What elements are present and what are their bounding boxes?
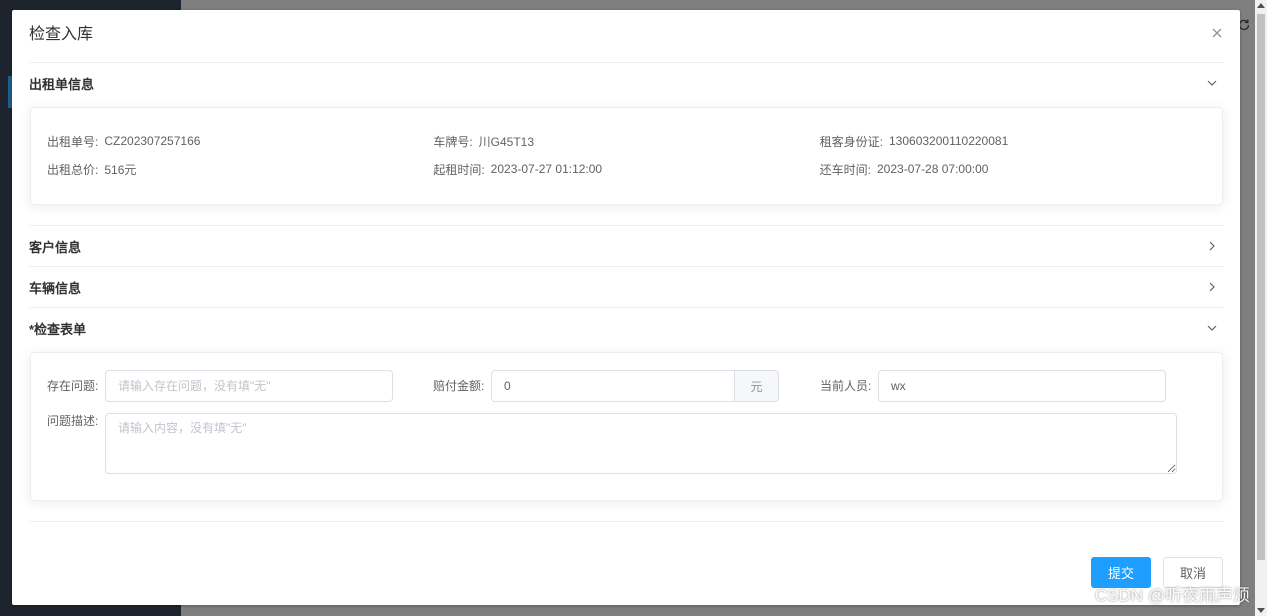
staff-input[interactable] — [878, 370, 1166, 402]
submit-button[interactable]: 提交 — [1091, 557, 1151, 588]
rental-field-order-no: 出租单号: CZ202307257166 — [47, 127, 433, 155]
form-item-description: 问题描述: — [47, 413, 1177, 474]
description-textarea[interactable] — [105, 413, 1177, 474]
rental-info-card: 出租单号: CZ202307257166 车牌号: 川G45T13 租客身份证:… — [30, 107, 1223, 205]
collapse-header-vehicle-info[interactable]: 车辆信息 — [29, 267, 1223, 307]
collapse-header-rental-info[interactable]: 出租单信息 — [29, 63, 1223, 103]
collapse-item-rental-info: 出租单信息 出租单号: CZ202307257166 车牌号: 川G45T13 — [29, 62, 1223, 225]
problem-input[interactable] — [105, 370, 393, 402]
staff-label: 当前人员: — [820, 379, 872, 393]
currency-unit: 元 — [735, 370, 779, 402]
rental-field-tenant-id: 租客身份证: 130603200110220081 — [820, 127, 1206, 155]
field-label: 还车时间: — [819, 162, 871, 177]
rental-field-start-time: 起租时间: 2023-07-27 01:12:00 — [433, 155, 819, 183]
rental-field-return-time: 还车时间: 2023-07-28 07:00:00 — [820, 155, 1206, 183]
chevron-right-icon — [1209, 241, 1215, 251]
scroll-down-arrow-icon[interactable] — [1257, 608, 1265, 613]
collapse-item-inspection-form: *检查表单 存在问题: 赔付金额: 元 — [29, 307, 1223, 521]
compensation-input[interactable] — [491, 370, 735, 402]
field-value: 130603200110220081 — [889, 134, 1009, 148]
description-label: 问题描述: — [47, 414, 99, 428]
field-value: 2023-07-28 07:00:00 — [877, 162, 989, 176]
cancel-button[interactable]: 取消 — [1163, 557, 1223, 588]
collapse-header-inspection-form[interactable]: *检查表单 — [29, 308, 1223, 348]
close-button[interactable] — [1210, 26, 1224, 40]
rental-field-total-price: 出租总价: 516元 — [47, 155, 433, 183]
field-value: 川G45T13 — [478, 134, 535, 149]
inspection-form-card: 存在问题: 赔付金额: 元 当前人员: — [30, 352, 1223, 501]
collapse-content-rental-info: 出租单号: CZ202307257166 车牌号: 川G45T13 租客身份证:… — [29, 103, 1223, 225]
compensation-input-group: 元 — [491, 370, 779, 402]
field-label: 出租总价: — [47, 162, 99, 177]
rental-field-plate-no: 车牌号: 川G45T13 — [433, 127, 819, 155]
compensation-label: 赔付金额: — [433, 379, 485, 393]
form-item-problem: 存在问题: — [47, 370, 393, 402]
field-value: 516元 — [104, 162, 137, 177]
collapse-item-vehicle-info: 车辆信息 — [29, 266, 1223, 307]
field-value: 2023-07-27 01:12:00 — [490, 162, 603, 176]
scrollbar-thumb[interactable] — [1257, 14, 1265, 560]
watermark: CSDN @听夜雨声烦 — [1094, 586, 1250, 605]
chevron-right-icon — [1209, 282, 1215, 292]
field-label: 租客身份证: — [819, 134, 883, 149]
field-label: 起租时间: — [433, 162, 485, 177]
section-title: 车辆信息 — [29, 280, 82, 296]
form-item-staff: 当前人员: — [820, 370, 1166, 402]
problem-label: 存在问题: — [47, 379, 99, 393]
close-icon — [1212, 28, 1222, 38]
collapse-header-customer-info[interactable]: 客户信息 — [29, 226, 1223, 266]
chevron-down-icon — [1207, 325, 1217, 331]
collapse-content-inspection-form: 存在问题: 赔付金额: 元 当前人员: — [29, 348, 1223, 521]
collapse-item-customer-info: 客户信息 — [29, 225, 1223, 266]
page-scrollbar[interactable] — [1255, 0, 1267, 616]
field-value: CZ202307257166 — [104, 134, 201, 148]
inspection-dialog: 检查入库 出租单信息 出租单号: CZ202307257166 车牌号: 川G4… — [12, 10, 1240, 605]
section-title: 客户信息 — [29, 239, 82, 255]
dialog-title: 检查入库 — [29, 26, 94, 43]
scroll-up-arrow-icon[interactable] — [1257, 3, 1265, 8]
collapse-panel: 出租单信息 出租单号: CZ202307257166 车牌号: 川G45T13 — [29, 62, 1223, 522]
field-label: 车牌号: — [433, 134, 473, 149]
rental-info-grid: 出租单号: CZ202307257166 车牌号: 川G45T13 租客身份证:… — [47, 127, 1206, 183]
form-item-compensation: 赔付金额: 元 — [433, 370, 779, 402]
field-label: 出租单号: — [47, 134, 99, 149]
section-title: *检查表单 — [29, 321, 87, 337]
chevron-down-icon — [1207, 80, 1217, 86]
section-title: 出租单信息 — [29, 76, 95, 92]
